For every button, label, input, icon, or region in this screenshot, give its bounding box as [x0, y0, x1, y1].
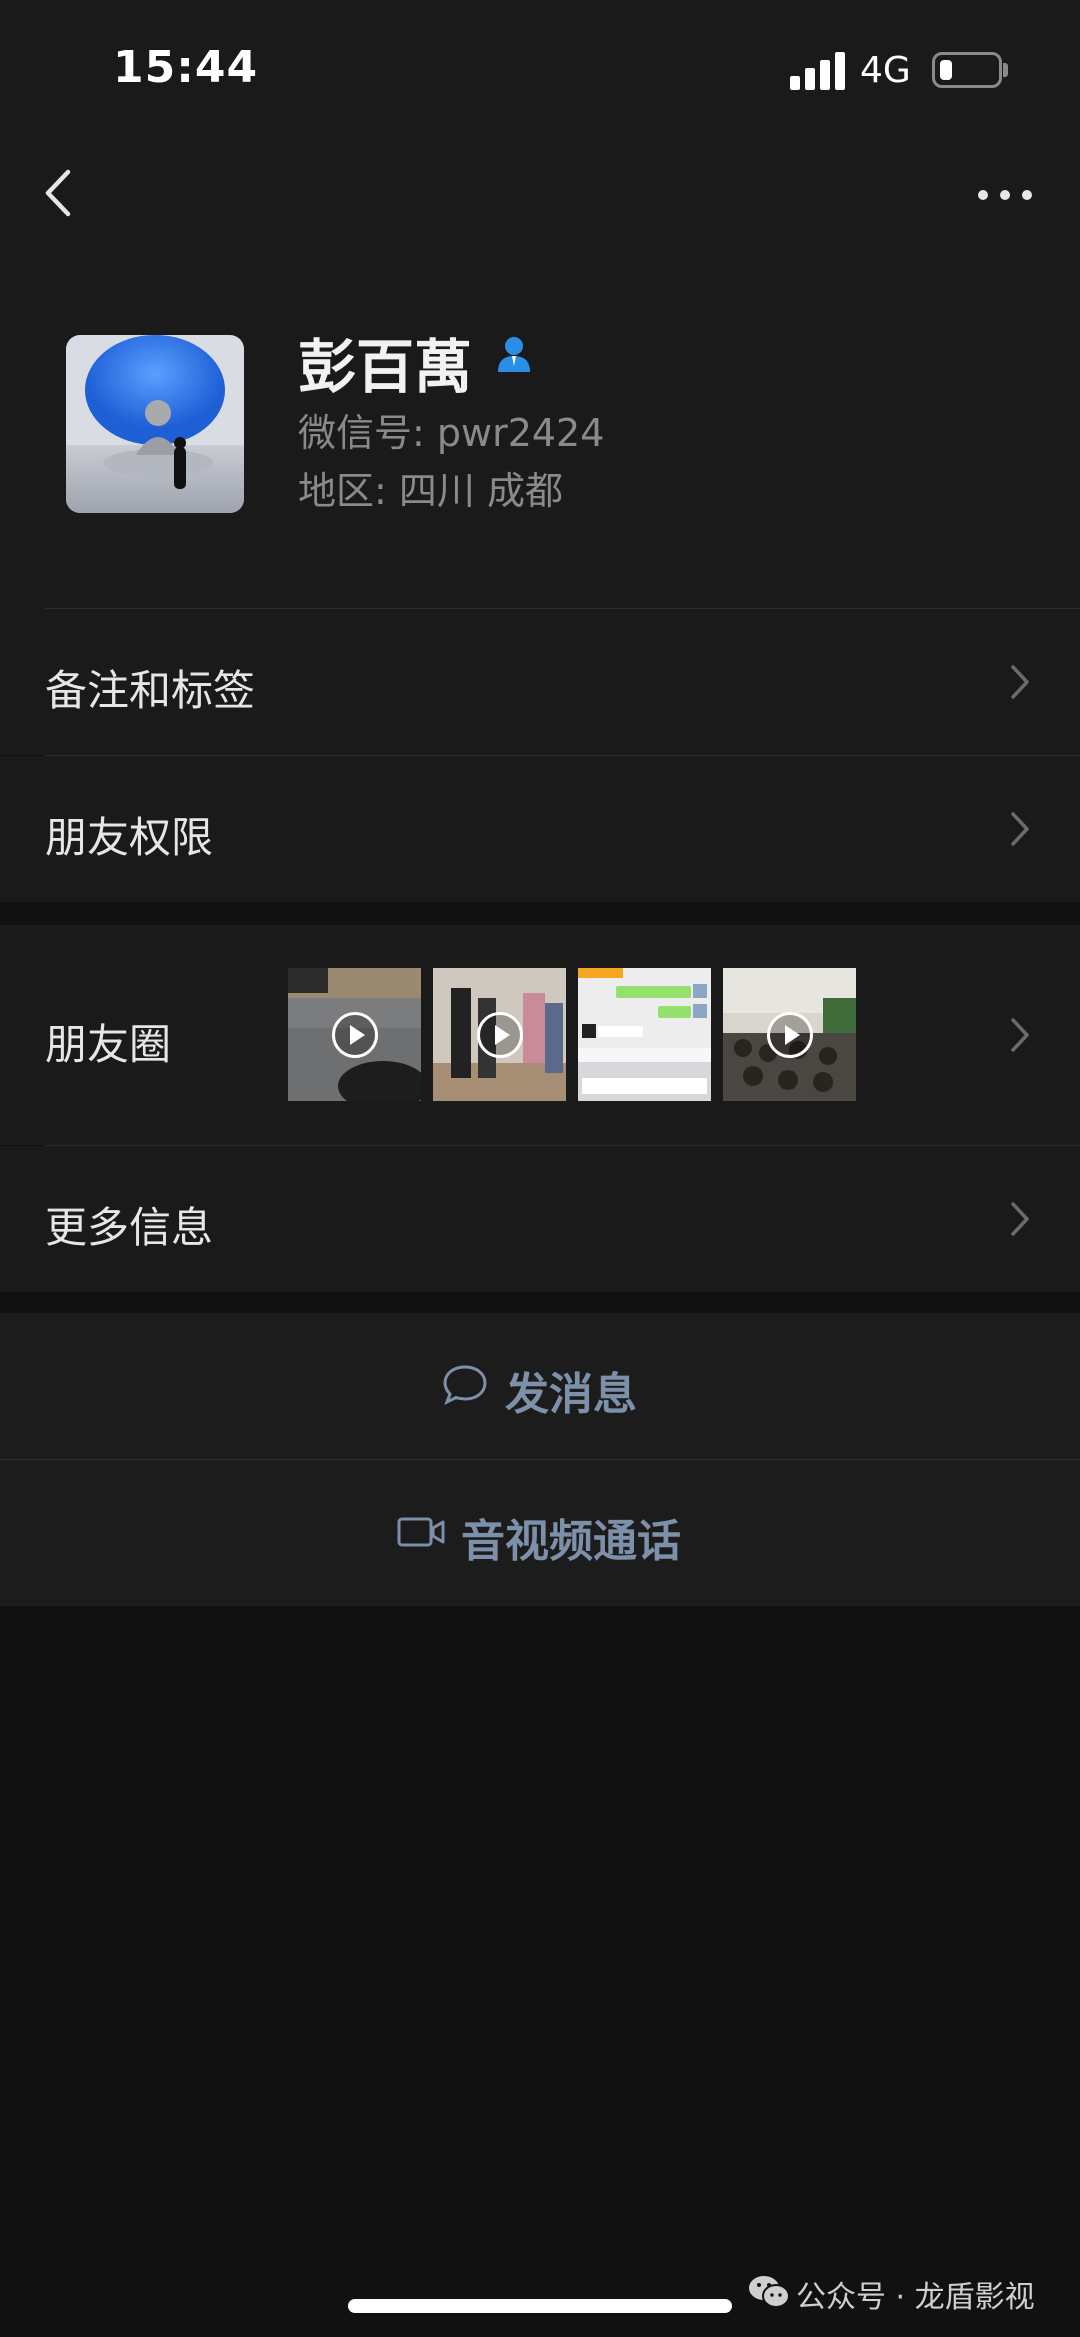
- moments-thumb-4[interactable]: [723, 968, 856, 1101]
- chevron-right-icon: [1011, 665, 1029, 699]
- moments-thumb-1[interactable]: [288, 968, 421, 1101]
- row-more-info[interactable]: 更多信息: [0, 1146, 1080, 1292]
- row-label: 朋友权限: [45, 813, 214, 862]
- home-indicator[interactable]: [348, 2299, 732, 2313]
- chevron-right-icon: [1011, 1202, 1029, 1236]
- profile-header: 彭百萬 微信号: pwr2424 地区: 四川 成都: [0, 250, 1080, 610]
- status-time: 15:44: [113, 42, 259, 93]
- wechat-logo-icon: [749, 2276, 790, 2308]
- play-icon: [332, 1012, 378, 1058]
- more-dots-icon: [978, 190, 1032, 200]
- watermark: 公众号 · 龙盾影视: [748, 2272, 1048, 2315]
- row-label: 备注和标签: [45, 666, 256, 715]
- row-moments[interactable]: 朋友圈: [0, 925, 1080, 1145]
- status-bar: 15:44 4G: [0, 0, 1080, 130]
- chat-bubble-icon: [443, 1365, 487, 1406]
- play-icon: [767, 1012, 813, 1058]
- contact-name: 彭百萬: [298, 333, 473, 401]
- video-call-button[interactable]: 音视频通话: [0, 1460, 1080, 1606]
- play-icon: [477, 1012, 523, 1058]
- back-button[interactable]: [40, 168, 80, 218]
- nav-bar: [0, 130, 1080, 250]
- watermark-text: 公众号 · 龙盾影视: [796, 2280, 1035, 2315]
- chevron-right-icon: [1011, 1018, 1029, 1052]
- chevron-left-icon: [45, 169, 71, 217]
- send-message-button[interactable]: 发消息: [0, 1313, 1080, 1459]
- thumb-image: [578, 968, 711, 1101]
- row-label: 更多信息: [45, 1203, 214, 1252]
- moments-thumbnails: [288, 968, 888, 1101]
- chevron-right-icon: [1011, 812, 1029, 846]
- network-type: 4G: [860, 50, 911, 91]
- more-button[interactable]: [975, 185, 1035, 205]
- battery-icon: [932, 52, 1002, 88]
- moments-thumb-2[interactable]: [433, 968, 566, 1101]
- wechat-id: 微信号: pwr2424: [298, 411, 605, 455]
- moments-thumb-3[interactable]: [578, 968, 711, 1101]
- row-friend-permissions[interactable]: 朋友权限: [0, 756, 1080, 902]
- row-label: 朋友圈: [45, 1020, 172, 1069]
- video-call-label: 音视频通话: [461, 1516, 681, 1567]
- video-camera-icon: [397, 1517, 445, 1547]
- signal-icon: [790, 52, 846, 90]
- avatar-image: [66, 335, 244, 513]
- avatar[interactable]: [66, 335, 244, 513]
- region: 地区: 四川 成都: [298, 469, 563, 513]
- send-message-label: 发消息: [505, 1369, 637, 1420]
- battery-tip: [1003, 63, 1008, 77]
- row-notes-tags[interactable]: 备注和标签: [0, 609, 1080, 755]
- person-icon: [494, 334, 534, 374]
